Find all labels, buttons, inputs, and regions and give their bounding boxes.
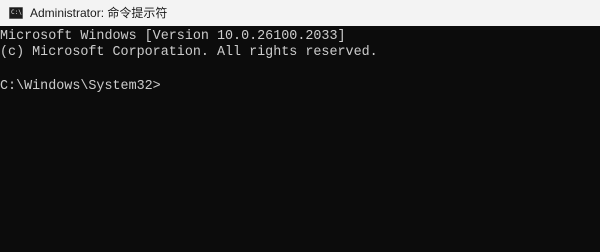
command-prompt-window: C:\ Administrator: 命令提示符 Microsoft Windo… xyxy=(0,0,600,252)
console-prompt: C:\Windows\System32> xyxy=(0,79,161,94)
console-output-area[interactable]: Microsoft Windows [Version 10.0.26100.20… xyxy=(0,27,600,252)
console-line-version: Microsoft Windows [Version 10.0.26100.20… xyxy=(0,29,346,44)
console-line-copyright: (c) Microsoft Corporation. All rights re… xyxy=(0,45,378,60)
text-cursor xyxy=(161,77,169,91)
cmd-console-icon[interactable]: C:\ xyxy=(9,7,23,19)
console-prompt-line[interactable]: C:\Windows\System32> xyxy=(0,77,169,94)
cmd-icon-glyph: C:\ xyxy=(11,9,22,16)
title-bar[interactable]: C:\ Administrator: 命令提示符 xyxy=(0,0,600,26)
window-title: Administrator: 命令提示符 xyxy=(30,6,168,20)
